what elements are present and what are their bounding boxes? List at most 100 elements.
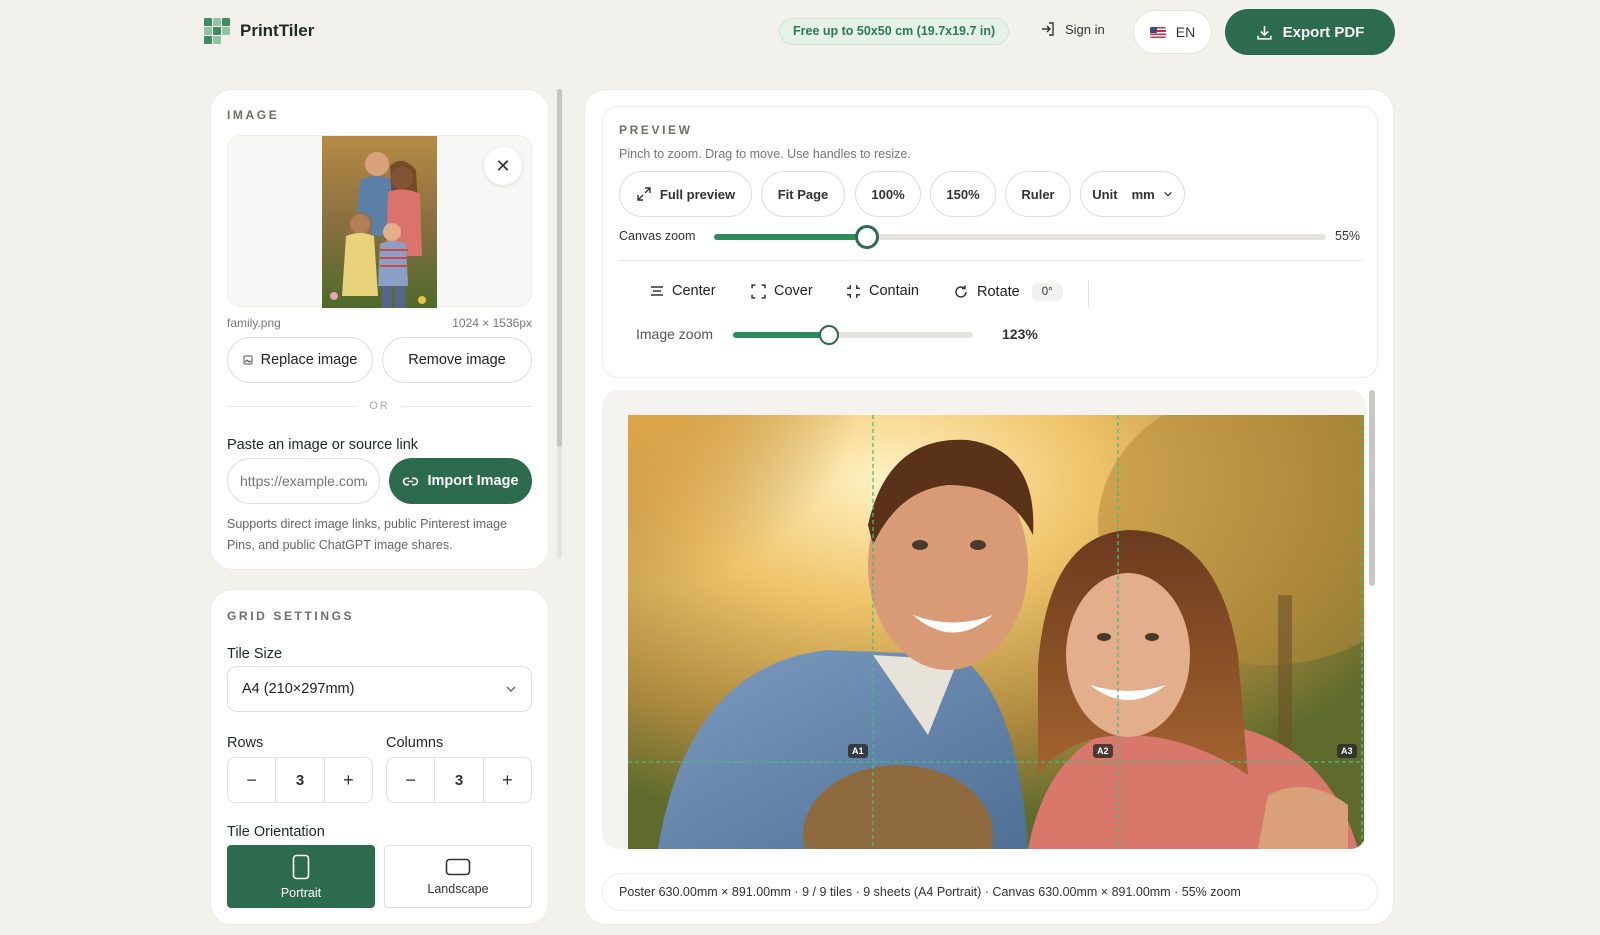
unit-value: mm [1131,186,1155,202]
portrait-label: Portrait [280,885,322,900]
poster-summary-text: Poster 630.00mm × 891.00mm · 9 / 9 tiles… [619,885,1241,899]
rotate-label: Rotate [977,284,1020,300]
image-section-title: IMAGE [227,108,280,122]
image-zoom-fill [733,332,829,338]
center-label: Center [672,283,716,299]
canvas-zoom-slider[interactable] [714,225,1326,249]
align-center-icon [651,286,663,296]
grid-settings-title: GRID SETTINGS [227,609,355,623]
or-label: OR [369,400,390,412]
replace-image-label: Replace image [260,352,358,368]
image-zoom-slider[interactable] [733,325,973,345]
landscape-option[interactable]: Landscape [384,845,532,908]
source-url-input[interactable] [227,458,380,504]
rotation-value[interactable]: 0° [1031,283,1063,301]
center-button[interactable]: Center [650,283,716,299]
preview-panel: PREVIEW Pinch to zoom. Drag to move. Use… [584,89,1394,925]
canvas-zoom-handle[interactable] [855,225,879,249]
tile-size-label: Tile Size [227,646,283,662]
preview-instructions: Pinch to zoom. Drag to move. Use handles… [619,147,911,161]
image-thumbnail-frame: ✕ [227,135,532,308]
supported-sources-note: Supports direct image links, public Pint… [227,517,507,552]
rotate-button[interactable]: Rotate 0° [953,283,1063,301]
link-icon [403,477,419,485]
sidebar-scrollbar[interactable] [557,89,562,559]
remove-image-close-icon[interactable]: ✕ [484,147,522,185]
full-preview-button[interactable]: Full preview [619,171,752,217]
logo[interactable]: PrintTiler [204,18,314,44]
landscape-icon [445,858,471,875]
logo-grid-icon [204,18,230,44]
unit-selector[interactable]: Unit mm [1080,171,1185,217]
sign-in-link[interactable]: Sign in [1040,21,1105,37]
tile-size-value: A4 (210×297mm) [242,681,355,697]
replace-image-button[interactable]: Replace image [227,337,373,383]
rows-decrement-button[interactable]: − [228,758,275,802]
image-panel: IMAGE ✕ family.png 1024 × 1536px Replace… [210,89,549,570]
image-zoom-value: 123% [1002,326,1038,342]
import-image-button[interactable]: Import Image [389,458,532,504]
zoom-150-button[interactable]: 150% [930,171,996,217]
paste-link-label: Paste an image or source link [227,437,419,453]
top-header: PrintTiler Free up to 50x50 cm (19.7x19.… [0,0,1600,64]
cover-label: Cover [774,283,813,299]
image-zoom-handle[interactable] [819,325,839,345]
grid-settings-panel: GRID SETTINGS Tile Size A4 (210×297mm) R… [210,589,549,925]
columns-increment-button[interactable]: + [484,758,531,802]
full-preview-label: Full preview [659,186,736,202]
export-pdf-label: Export PDF [1282,23,1365,41]
remove-image-label: Remove image [408,352,506,368]
image-icon [243,355,253,365]
file-dimensions: 1024 × 1536px [452,316,532,330]
fit-page-button[interactable]: Fit Page [761,171,845,217]
image-zoom-label: Image zoom [636,326,714,342]
app-name: PrintTiler [240,21,315,40]
portrait-option[interactable]: Portrait [227,845,375,908]
canvas-zoom-value: 55% [1335,229,1361,243]
contain-icon [847,284,860,298]
preview-canvas[interactable]: A1 A2 A3 [602,390,1366,849]
chevron-down-icon [506,686,516,692]
contain-button[interactable]: Contain [846,283,919,299]
controls-divider [619,260,1363,261]
us-flag-icon [1149,26,1166,38]
chevron-down-icon [1163,191,1172,197]
file-info: family.png 1024 × 1536px [227,316,532,330]
language-label: EN [1175,24,1196,40]
columns-label: Columns [386,735,444,751]
cover-button[interactable]: Cover [751,283,813,299]
unit-label: Unit [1092,186,1118,202]
tile-label-a3: A3 [1337,744,1357,758]
zoom-100-label: 100% [871,186,905,202]
zoom-100-button[interactable]: 100% [855,171,921,217]
download-icon [1256,25,1272,40]
sign-in-icon [1042,22,1054,36]
rows-label: Rows [227,735,264,751]
remove-image-button[interactable]: Remove image [382,337,532,383]
export-pdf-button[interactable]: Export PDF [1225,9,1395,55]
zoom-150-label: 150% [946,186,980,202]
ruler-label: Ruler [1021,186,1055,202]
columns-stepper: − 3 + [386,757,532,803]
preview-controls: PREVIEW Pinch to zoom. Drag to move. Use… [602,106,1378,378]
rows-increment-button[interactable]: + [325,758,372,802]
import-image-label: Import Image [427,473,519,489]
actions-divider [1088,281,1089,307]
tile-orientation-label: Tile Orientation [227,824,325,840]
columns-decrement-button[interactable]: − [387,758,434,802]
ruler-button[interactable]: Ruler [1005,171,1071,217]
rows-value[interactable]: 3 [275,758,325,802]
preview-title: PREVIEW [619,123,693,137]
language-selector[interactable]: EN [1133,10,1212,54]
image-thumbnail [322,136,437,308]
rotate-icon [955,285,967,298]
columns-value[interactable]: 3 [434,758,484,802]
tile-label-a2: A2 [1093,744,1113,758]
portrait-icon [292,854,310,879]
poster-summary-status: Poster 630.00mm × 891.00mm · 9 / 9 tiles… [602,873,1378,911]
rows-stepper: − 3 + [227,757,373,803]
tile-size-select[interactable]: A4 (210×297mm) [227,666,532,712]
poster-image[interactable]: A1 A2 A3 [628,415,1364,849]
landscape-label: Landscape [427,881,489,896]
canvas-scrollbar[interactable] [1369,390,1375,586]
